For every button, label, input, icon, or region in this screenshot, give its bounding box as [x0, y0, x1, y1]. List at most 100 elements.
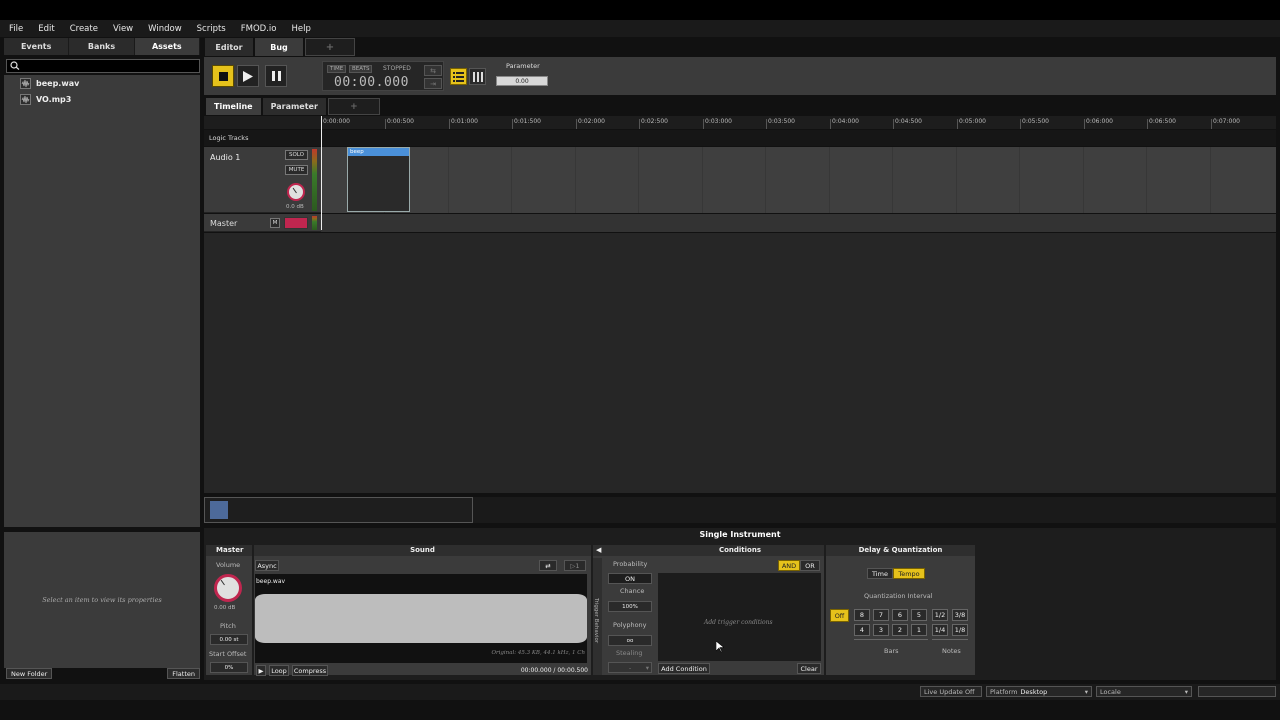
quant-bars-6[interactable]: 6	[892, 609, 908, 621]
tab-parameter[interactable]: Parameter	[262, 98, 326, 115]
notes-divider	[932, 639, 968, 640]
list-item[interactable]: VO.mp3	[4, 91, 200, 107]
add-parameter-tab-button[interactable]: +	[327, 98, 380, 115]
add-tab-button[interactable]: +	[305, 38, 355, 56]
bars-label: Bars	[884, 647, 899, 655]
bars-divider	[854, 639, 928, 640]
clear-button[interactable]: Clear	[797, 663, 821, 674]
quant-bars-4[interactable]: 4	[854, 624, 870, 636]
platform-dropdown[interactable]: Platform Desktop ▾	[986, 686, 1092, 697]
quantization-interval-label: Quantization Interval	[864, 592, 933, 600]
waveform-area[interactable]: beep.wav Original: 45.3 KB, 44.1 kHz, 1 …	[255, 574, 587, 663]
timeline-ruler[interactable]: 0:00:000 0:00:500 0:01:000 0:01:500 0:02…	[204, 116, 1276, 129]
column-view-button[interactable]	[469, 68, 486, 85]
menu-fmod-io[interactable]: FMOD.io	[232, 24, 283, 34]
compress-button[interactable]: Compress	[292, 665, 328, 676]
audio-track-header[interactable]: Audio 1 SOLO MUTE 0.0 dB	[204, 147, 321, 213]
level-meter	[312, 149, 317, 211]
quant-bars-7[interactable]: 7	[873, 609, 889, 621]
pause-button[interactable]	[265, 65, 287, 87]
quant-bars-8[interactable]: 8	[854, 609, 870, 621]
tab-events[interactable]: Events	[4, 38, 70, 55]
menu-edit[interactable]: Edit	[29, 24, 60, 34]
start-offset-field[interactable]: 0%	[210, 662, 248, 673]
solo-button[interactable]: SOLO	[285, 150, 308, 160]
quant-notes-1-2[interactable]: 1/2	[932, 609, 948, 621]
flatten-button[interactable]: Flatten	[167, 668, 200, 679]
beats-mode-button[interactable]: BEATS	[349, 65, 373, 73]
quant-notes-1-8[interactable]: 1/8	[952, 624, 968, 636]
master-volume-knob[interactable]	[214, 574, 242, 602]
chance-field[interactable]: 100%	[608, 601, 652, 612]
follow-toggle[interactable]: ⇥	[424, 78, 442, 89]
time-mode-button[interactable]: TIME	[327, 65, 347, 73]
track-volume-value: 0.0 dB	[286, 204, 304, 210]
asset-search-field[interactable]	[6, 59, 200, 73]
deck-sound-header: Sound	[254, 545, 591, 556]
instrument-clip[interactable]: beep	[347, 147, 410, 212]
time-display: TIME BEATS STOPPED 00:00.000 ⇆ ⇥	[322, 61, 444, 91]
search-input[interactable]	[23, 60, 193, 72]
conditions-list[interactable]: Add trigger conditions	[658, 573, 821, 661]
menu-scripts[interactable]: Scripts	[188, 24, 232, 34]
master-mute-button[interactable]: M	[270, 218, 280, 228]
trigger-behavior-sidebar: Trigger Behavior	[593, 558, 602, 675]
polyphony-field[interactable]: oo	[608, 635, 652, 646]
menu-help[interactable]: Help	[282, 24, 316, 34]
probability-toggle[interactable]: ON	[608, 573, 652, 584]
master-track-header[interactable]: Master M	[204, 214, 321, 232]
and-button[interactable]: AND	[778, 560, 800, 571]
play-button[interactable]	[237, 65, 259, 87]
locale-dropdown[interactable]: Locale ▾	[1096, 686, 1192, 697]
tab-editor[interactable]: Editor	[205, 38, 253, 56]
quant-notes-1-4[interactable]: 1/4	[932, 624, 948, 636]
loop-button[interactable]: Loop	[269, 665, 289, 676]
menu-create[interactable]: Create	[61, 24, 104, 34]
loop-count-button[interactable]: ▷ 1	[564, 560, 586, 571]
live-update-button[interactable]: Live Update Off	[920, 686, 982, 697]
quant-bars-3[interactable]: 3	[873, 624, 889, 636]
playhead[interactable]	[321, 116, 322, 230]
sound-file-info: Original: 45.3 KB, 44.1 kHz, 1 Ch	[491, 650, 585, 656]
add-condition-button[interactable]: Add Condition	[658, 663, 710, 674]
stealing-dropdown[interactable]: - ▾	[608, 662, 652, 673]
quant-bars-2[interactable]: 2	[892, 624, 908, 636]
volume-knob[interactable]	[287, 183, 305, 201]
preview-play-button[interactable]: ▶	[256, 665, 266, 676]
tempo-button[interactable]: Tempo	[893, 568, 925, 579]
pitch-field[interactable]: 0.00 st	[210, 634, 248, 645]
menu-view[interactable]: View	[104, 24, 139, 34]
menu-window[interactable]: Window	[139, 24, 188, 34]
new-folder-button[interactable]: New Folder	[6, 668, 53, 679]
mute-button[interactable]: MUTE	[285, 165, 308, 175]
time-button[interactable]: Time	[867, 568, 893, 579]
master-volume-slider[interactable]	[284, 217, 308, 229]
tab-assets[interactable]: Assets	[134, 38, 200, 55]
quantization-off-button[interactable]: Off	[830, 609, 849, 622]
audio-track-lane[interactable]: beep	[321, 147, 1276, 213]
collapse-trigger-button[interactable]: ◀	[593, 545, 657, 556]
master-track-name: Master	[210, 219, 238, 228]
properties-panel: Select an item to view its properties	[4, 532, 200, 668]
quant-notes-3-8[interactable]: 3/8	[952, 609, 968, 621]
loop-mode-button[interactable]: ⇄	[539, 560, 557, 571]
tab-timeline[interactable]: Timeline	[206, 98, 261, 115]
properties-placeholder: Select an item to view its properties	[42, 596, 162, 604]
menu-file[interactable]: File	[0, 24, 29, 34]
quant-bars-1[interactable]: 1	[911, 624, 927, 636]
track-name: Audio 1	[210, 153, 241, 162]
parameter-value-field[interactable]: 0.00	[496, 76, 548, 86]
loop-count: 1	[575, 561, 580, 570]
tab-bug[interactable]: Bug	[255, 38, 303, 56]
quant-bars-5[interactable]: 5	[911, 609, 927, 621]
overview-scroll-thumb[interactable]	[204, 497, 473, 523]
waveform	[255, 594, 587, 643]
tab-banks[interactable]: Banks	[69, 38, 135, 55]
loop-toggle[interactable]: ⇆	[424, 65, 442, 76]
ruler-tick: 0:04:500	[893, 119, 922, 129]
async-button[interactable]: Async	[255, 560, 279, 571]
list-item[interactable]: beep.wav	[4, 75, 200, 91]
stop-button[interactable]	[212, 65, 234, 87]
or-button[interactable]: OR	[800, 560, 820, 571]
list-view-button[interactable]	[450, 68, 467, 85]
